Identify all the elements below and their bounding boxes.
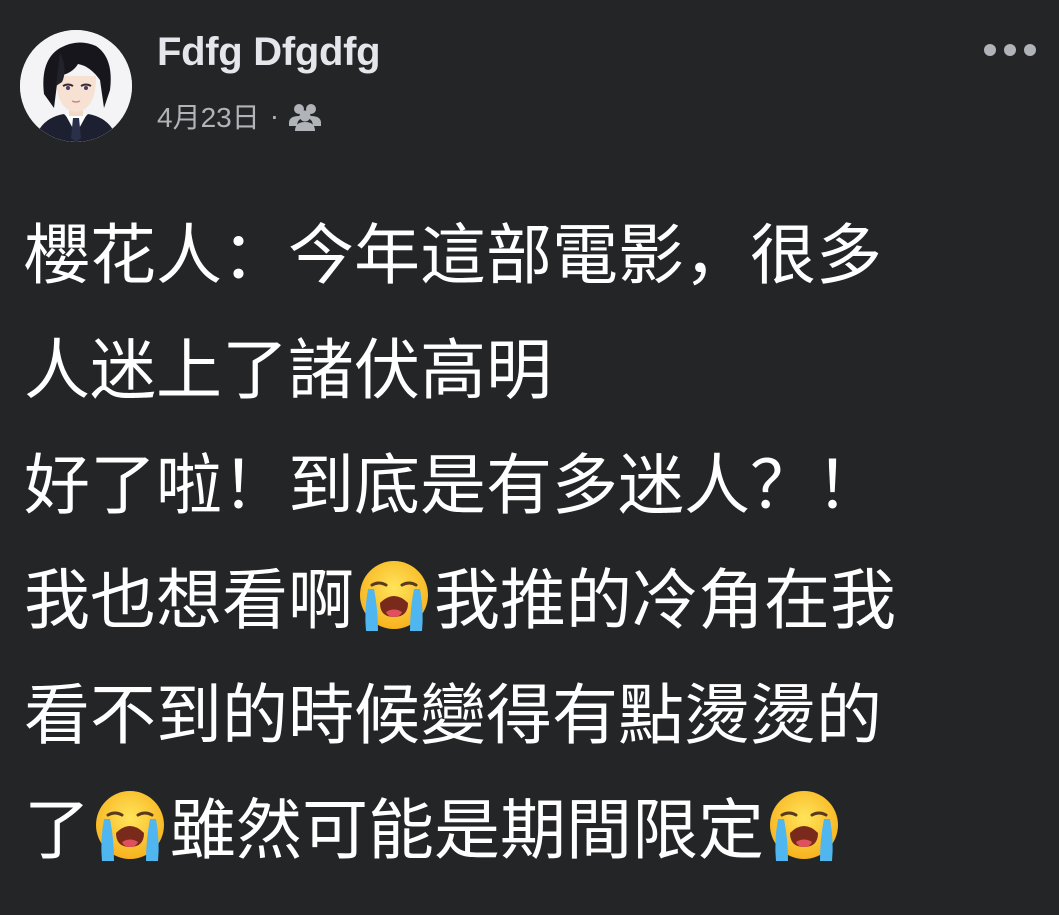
text-segment: 我推的冷角在我 [434, 562, 896, 639]
post-card: Fdfg Dfgdfg 4月23日 · 櫻花人：今年這部電影，很多 人迷上了諸伏… [0, 0, 1059, 915]
author-avatar[interactable] [20, 30, 132, 142]
more-options-button[interactable] [978, 32, 1042, 68]
text-segment: 我也想看啊 [24, 562, 354, 639]
text-segment: 櫻花人：今年這部電影，很多 [24, 217, 882, 294]
post-meta: 4月23日 · [157, 96, 322, 136]
text-segment: 好了啦！到底是有多迷人？！ [24, 447, 882, 524]
post-text-line: 我也想看啊 我推的冷角在我 [24, 543, 1034, 658]
post-text-line: 櫻花人：今年這部電影，很多 [24, 198, 1034, 313]
post-text: 櫻花人：今年這部電影，很多 人迷上了諸伏高明 好了啦！到底是有多迷人？！ 我也想… [24, 198, 1034, 888]
loudly-crying-face-emoji [770, 791, 838, 861]
post-text-line: 好了啦！到底是有多迷人？！ [24, 428, 1034, 543]
post-text-line: 看不到的時候變得有點燙燙的 [24, 658, 1034, 773]
more-options-icon [984, 44, 1036, 56]
text-segment: 看不到的時候變得有點燙燙的 [24, 677, 882, 754]
loudly-crying-face-emoji [360, 561, 428, 631]
loudly-crying-face-emoji [96, 791, 164, 861]
avatar-image [20, 30, 132, 142]
author-name[interactable]: Fdfg Dfgdfg [157, 28, 381, 76]
friends-icon[interactable] [288, 101, 322, 131]
meta-separator: · [269, 100, 280, 131]
text-segment: 人迷上了諸伏高明 [24, 332, 552, 409]
text-segment: 了 [24, 792, 90, 869]
post-date[interactable]: 4月23日 [157, 96, 260, 136]
text-segment: 雖然可能是期間限定 [170, 792, 764, 869]
post-text-line: 人迷上了諸伏高明 [24, 313, 1034, 428]
post-text-line: 了 雖然可能是期間限定 [24, 773, 1034, 888]
